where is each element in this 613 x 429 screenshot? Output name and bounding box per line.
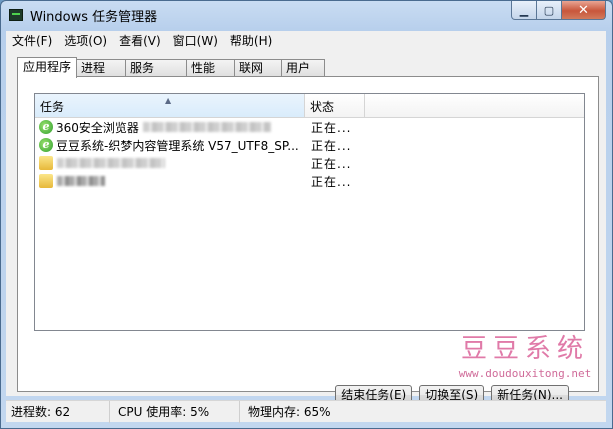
menu-file[interactable]: 文件(F) [6,32,58,49]
column-header-task-label: 任务 [40,100,65,114]
browser-icon: e [39,120,53,134]
table-row[interactable]: e 豆豆系统-织梦内容管理系统 V57_UTF8_SP... 正在... [35,136,584,154]
caption-buttons: ▁ ▢ ✕ [511,1,606,20]
tab-users[interactable]: 用户 [281,59,326,77]
tab-applications[interactable]: 应用程序 [17,57,78,78]
status-cell: 正在... [311,174,352,189]
table-row[interactable]: 正在... [35,154,584,172]
redacted-text [57,158,165,168]
applications-panel: ▲ 任务 状态 e 360安全浏览器 正在... e 豆豆系统-织梦内容管理系统… [17,76,599,405]
minimize-button[interactable]: ▁ [511,1,537,20]
list-header: ▲ 任务 状态 [35,94,584,118]
table-row[interactable]: e 360安全浏览器 正在... [35,118,584,136]
watermark: 豆豆系统 www.doudouxitong.net [430,328,612,380]
task-cell: e 豆豆系统-织梦内容管理系统 V57_UTF8_SP... [35,137,305,154]
tab-performance[interactable]: 性能 [186,59,236,77]
task-list[interactable]: ▲ 任务 状态 e 360安全浏览器 正在... e 豆豆系统-织梦内容管理系统… [34,93,591,380]
browser-icon: e [39,138,53,152]
column-header-status-label: 状态 [310,100,335,114]
tab-networking[interactable]: 联网 [234,59,283,77]
task-manager-window: Windows 任务管理器 ▁ ▢ ✕ 文件(F) 选项(O) 查看(V) 窗口… [0,0,613,429]
sort-ascending-icon: ▲ [165,96,172,105]
tab-strip: 应用程序 进程 服务 性能 联网 用户 [17,57,326,78]
menu-bar: 文件(F) 选项(O) 查看(V) 窗口(W) 帮助(H) [6,31,606,50]
status-bar: 进程数: 62 CPU 使用率: 5% 物理内存: 65% [6,400,606,423]
menu-window[interactable]: 窗口(W) [167,32,224,49]
watermark-title: 豆豆系统 [460,334,589,364]
folder-icon [39,174,53,188]
tab-services[interactable]: 服务 [125,59,188,77]
tab-processes[interactable]: 进程 [76,59,127,77]
menu-options[interactable]: 选项(O) [58,32,113,49]
memory-usage: 物理内存: 65% [248,404,331,419]
client-area: 应用程序 进程 服务 性能 联网 用户 ▲ 任务 状态 e 360安全浏览器 正… [6,50,606,405]
status-cell: 正在... [311,156,352,171]
window-title: Windows 任务管理器 [30,9,158,25]
status-cell: 正在... [311,120,352,135]
task-name: 豆豆系统-织梦内容管理系统 V57_UTF8_SP... [56,138,299,153]
task-manager-icon [9,9,23,21]
menu-view[interactable]: 查看(V) [113,32,167,49]
maximize-button[interactable]: ▢ [537,1,562,20]
column-header-status[interactable]: 状态 [305,94,365,118]
title-bar[interactable]: Windows 任务管理器 ▁ ▢ ✕ [1,1,612,29]
menu-help[interactable]: 帮助(H) [224,32,278,49]
list-body: e 360安全浏览器 正在... e 豆豆系统-织梦内容管理系统 V57_UTF… [35,118,584,190]
close-button[interactable]: ✕ [562,1,606,20]
redacted-text [57,176,105,186]
task-cell [35,156,305,170]
folder-icon [39,156,53,170]
watermark-url: www.doudouxitong.net [458,367,592,380]
process-count: 进程数: 62 [6,400,110,423]
task-cell [35,174,305,188]
cpu-usage: CPU 使用率: 5% [110,400,240,423]
column-header-task[interactable]: ▲ 任务 [35,94,305,118]
column-header-filler [365,94,584,118]
task-cell: e 360安全浏览器 [35,119,305,136]
redacted-text [142,122,271,132]
task-name: 360安全浏览器 [56,120,139,135]
table-row[interactable]: 正在... [35,172,584,190]
status-cell: 正在... [311,138,352,153]
